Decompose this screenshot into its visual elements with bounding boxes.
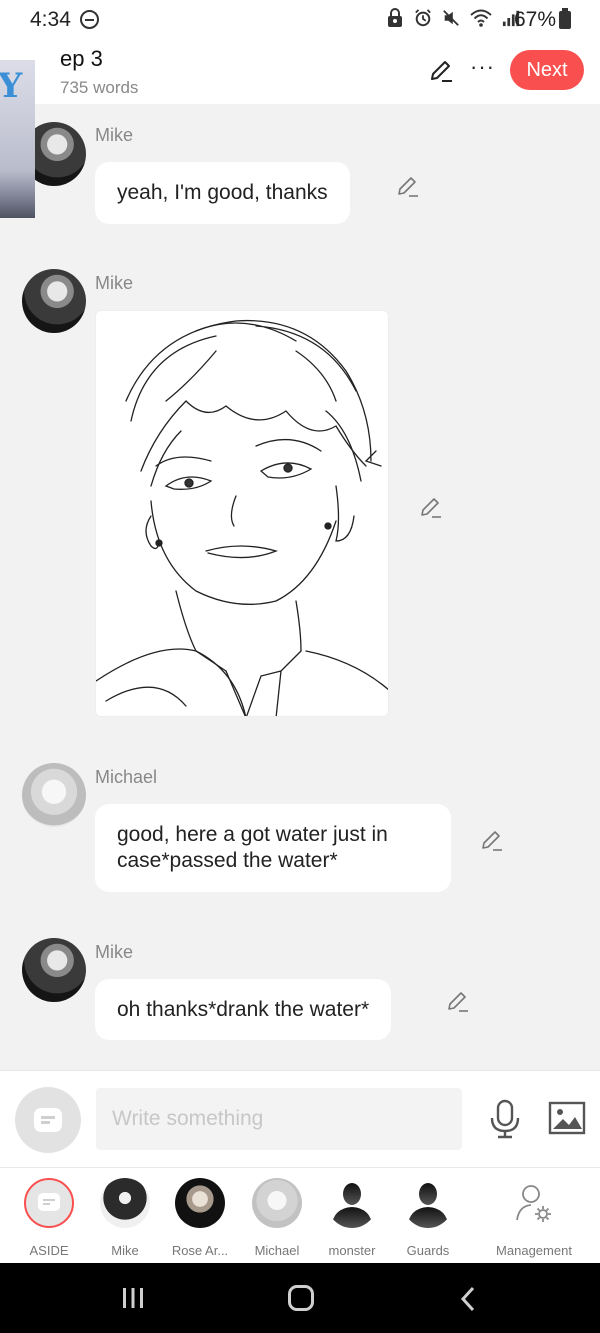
sketch-drawing: [96, 319, 388, 716]
sender-name: Mike: [95, 125, 134, 145]
more-options-icon[interactable]: ···: [470, 54, 495, 80]
avatar[interactable]: [22, 269, 86, 333]
character-tab-michael[interactable]: Michael: [252, 1178, 302, 1258]
mute-icon: [443, 10, 459, 26]
sketch-image[interactable]: [95, 310, 389, 717]
avatar: [403, 1178, 453, 1228]
edit-message-icon[interactable]: [419, 495, 443, 519]
battery-icon: [559, 8, 571, 29]
lock-icon: [388, 8, 402, 27]
sender-name: Mike: [95, 273, 134, 293]
character-tab-monster[interactable]: monster: [327, 1178, 377, 1258]
character-tab-mike[interactable]: Mike: [100, 1178, 150, 1258]
character-label: monster: [328, 1243, 376, 1258]
next-button[interactable]: Next: [510, 50, 584, 90]
management-button[interactable]: Management: [494, 1178, 574, 1258]
person-silhouette-icon: [331, 1183, 373, 1228]
system-back-icon[interactable]: [458, 1285, 478, 1313]
episode-cover-thumbnail[interactable]: Y: [0, 60, 35, 218]
avatar[interactable]: [22, 938, 86, 1002]
character-tab-bar: ASIDE Mike Rose Ar... Michael monster Gu…: [0, 1167, 600, 1263]
avatar: [175, 1178, 225, 1228]
episode-header: Y ep 3 735 words ··· Next: [0, 40, 600, 218]
aside-avatar: [24, 1178, 74, 1228]
message-bubble[interactable]: oh thanks*drank the water*: [95, 979, 392, 1040]
alarm-icon: [415, 9, 431, 27]
composer-bar: [0, 1070, 600, 1167]
cover-lettering: Y: [0, 66, 23, 106]
edit-message-icon[interactable]: [396, 174, 420, 198]
aside-icon: [34, 1108, 62, 1132]
edit-message-icon[interactable]: [446, 989, 470, 1013]
image-upload-icon[interactable]: [548, 1101, 586, 1135]
message-input[interactable]: [96, 1088, 462, 1150]
home-icon[interactable]: [288, 1285, 314, 1311]
character-label: Management: [496, 1243, 572, 1258]
edit-episode-icon[interactable]: [428, 58, 454, 84]
recent-apps-icon[interactable]: [121, 1287, 145, 1309]
message-bubble[interactable]: yeah, I'm good, thanks: [95, 162, 350, 224]
avatar: [100, 1178, 150, 1228]
avatar: [509, 1178, 559, 1228]
character-label: Mike: [111, 1243, 139, 1258]
avatar: [252, 1178, 302, 1228]
status-bar: 4:34 67%: [0, 0, 600, 40]
word-count: 735 words: [60, 78, 139, 97]
character-tab-guards[interactable]: Guards: [403, 1178, 453, 1258]
avatar: [327, 1178, 377, 1228]
avatar[interactable]: [22, 763, 86, 827]
person-silhouette-icon: [407, 1183, 449, 1228]
character-label: Rose Ar...: [171, 1243, 229, 1258]
status-icons: [386, 8, 520, 28]
aside-button[interactable]: [15, 1087, 81, 1153]
episode-title: ep 3: [60, 46, 103, 71]
message-bubble[interactable]: good, here a got water just in case*pass…: [95, 804, 451, 892]
character-tab-aside[interactable]: ASIDE: [24, 1178, 74, 1258]
system-navigation-bar: [0, 1263, 600, 1333]
character-label: ASIDE: [29, 1243, 69, 1258]
microphone-icon[interactable]: [488, 1099, 522, 1139]
character-label: Guards: [406, 1243, 450, 1258]
do-not-disturb-icon: [80, 10, 99, 29]
wifi-icon: [470, 9, 492, 27]
character-label: Michael: [254, 1243, 300, 1258]
user-settings-icon: [516, 1185, 551, 1222]
status-time: 4:34: [30, 8, 71, 31]
edit-message-icon[interactable]: [480, 828, 504, 852]
sender-name: Mike: [95, 942, 134, 962]
battery-percentage: 67%: [513, 8, 556, 31]
character-tab-rose[interactable]: Rose Ar...: [172, 1178, 228, 1258]
sender-name: Michael: [95, 767, 158, 787]
